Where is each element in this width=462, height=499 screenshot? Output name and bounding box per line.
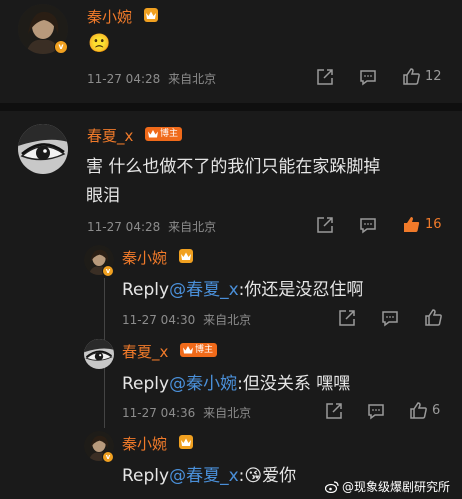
location: 来自北京 xyxy=(203,406,252,420)
comment-divider xyxy=(0,103,462,111)
crown-icon xyxy=(148,130,158,138)
timestamp: 11-27 04:30 xyxy=(122,313,196,327)
verified-badge-icon: v xyxy=(54,40,68,54)
comment-time: 11-27 04:28 来自北京 xyxy=(87,70,216,87)
reply-prefix: Reply xyxy=(122,280,170,300)
crown-badge-icon xyxy=(179,249,193,263)
comment-icon xyxy=(368,404,384,420)
like-button[interactable]: 12 xyxy=(402,67,442,86)
username[interactable]: 春夏_x xyxy=(122,341,168,362)
avatar[interactable] xyxy=(18,124,68,174)
crown-badge-icon xyxy=(144,8,158,22)
blogger-badge-label: 博主 xyxy=(160,129,179,139)
comment-icon xyxy=(360,70,376,86)
reply-body: 爱你 xyxy=(262,466,297,486)
share-icon xyxy=(317,69,333,85)
share-icon xyxy=(339,310,355,326)
comment-icon xyxy=(382,311,398,327)
reply-body: :但没关系 嘿嘿 xyxy=(237,374,351,394)
reply-body: :你还是没忍住啊 xyxy=(238,280,364,300)
thumbs-up-icon xyxy=(425,309,442,326)
share-icon xyxy=(317,217,333,233)
kiss-emoji: 😘 xyxy=(244,466,263,486)
comment-text: 害 什么也做不了的我们只能在家跺脚掉 xyxy=(86,157,381,177)
share-button[interactable] xyxy=(325,402,343,420)
username[interactable]: 秦小婉 xyxy=(122,433,167,454)
weibo-logo-icon xyxy=(325,480,339,493)
avatar[interactable] xyxy=(84,339,114,369)
watermark: @现象级爆剧研究所 xyxy=(325,478,450,495)
comment-button[interactable] xyxy=(359,216,377,234)
blogger-badge: 博主 xyxy=(145,127,183,141)
mention-link[interactable]: @春夏_x xyxy=(169,466,239,486)
username[interactable]: 秦小婉 xyxy=(87,6,132,27)
like-button[interactable]: 16 xyxy=(402,215,442,234)
like-count: 6 xyxy=(432,403,441,418)
like-button[interactable] xyxy=(424,308,443,327)
comment-button[interactable] xyxy=(359,68,377,86)
reply-text: Reply@春夏_x:你还是没忍住啊 xyxy=(122,275,363,300)
comment-icon xyxy=(360,218,376,234)
reply-text: Reply@春夏_x:😘爱你 xyxy=(122,466,297,486)
verified-badge-icon: v xyxy=(102,451,114,463)
comment-button[interactable] xyxy=(381,309,399,327)
timestamp: 11-27 04:28 xyxy=(87,220,161,234)
verified-badge-icon: v xyxy=(102,265,114,277)
timestamp: 11-27 04:36 xyxy=(122,406,196,420)
location: 来自北京 xyxy=(168,220,217,234)
comment-time: 11-27 04:36 来自北京 xyxy=(122,404,251,421)
location: 来自北京 xyxy=(203,313,252,327)
reply-text: Reply@秦小婉:但没关系 嘿嘿 xyxy=(122,369,350,394)
blogger-badge-label: 博主 xyxy=(195,345,214,355)
username[interactable]: 秦小婉 xyxy=(122,247,167,268)
crown-icon xyxy=(183,346,193,354)
share-icon xyxy=(326,403,342,419)
comment-emoji: 🙁 xyxy=(88,33,111,54)
like-count: 12 xyxy=(425,69,442,84)
timestamp: 11-27 04:28 xyxy=(87,72,161,86)
watermark-text: @现象级爆剧研究所 xyxy=(342,480,451,494)
thumbs-up-icon xyxy=(410,402,427,419)
comment-text: 眼泪 xyxy=(86,186,120,206)
mention-link[interactable]: @秦小婉 xyxy=(169,374,237,394)
location: 来自北京 xyxy=(168,72,217,86)
comment-button[interactable] xyxy=(367,402,385,420)
reply-prefix: Reply xyxy=(122,374,170,394)
share-button[interactable] xyxy=(338,309,356,327)
thumbs-up-icon xyxy=(404,217,420,232)
comment-time: 11-27 04:28 来自北京 xyxy=(87,218,216,235)
reply-prefix: Reply xyxy=(122,466,170,486)
crown-badge-icon xyxy=(179,435,193,449)
thumbs-up-icon xyxy=(403,68,420,85)
share-button[interactable] xyxy=(316,68,334,86)
like-button[interactable]: 6 xyxy=(409,401,440,420)
comment-time: 11-27 04:30 来自北京 xyxy=(122,311,251,328)
mention-link[interactable]: @春夏_x xyxy=(169,280,239,300)
share-button[interactable] xyxy=(316,216,334,234)
blogger-badge: 博主 xyxy=(180,343,218,357)
like-count: 16 xyxy=(425,217,442,232)
username[interactable]: 春夏_x xyxy=(87,125,133,146)
